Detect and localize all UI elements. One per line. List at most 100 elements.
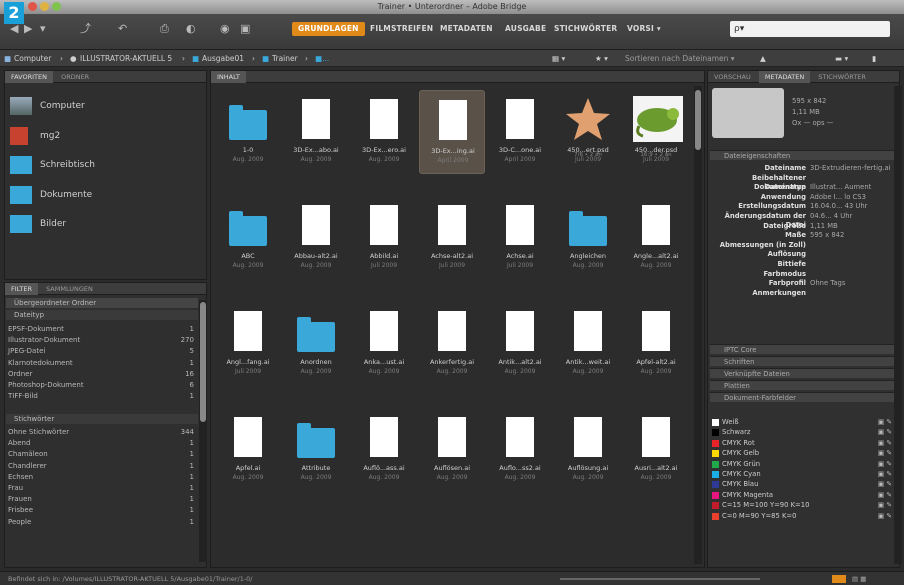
new-folder-icon[interactable]: ▬ ▾ — [835, 50, 848, 67]
crumb-ausgabe01[interactable]: Ausgabe01 — [202, 50, 244, 67]
thumbnail-item[interactable]: Apfel.ai Aug. 2009 — [215, 408, 281, 492]
filter-row[interactable]: Klarnotedokument 1 — [8, 358, 194, 368]
thumbnail-item[interactable]: Angleichen Aug. 2009 — [555, 196, 621, 280]
filter-row[interactable]: Frauen 1 — [8, 494, 194, 504]
workspace-metadaten[interactable]: METADATEN — [440, 22, 493, 36]
metadata-value[interactable]: 16.04.0... 43 Uhr — [810, 202, 867, 211]
tab-sammlungen[interactable]: SAMMLUNGEN — [40, 283, 99, 295]
metadata-section-header[interactable]: Dokument-Farbfelder — [710, 392, 894, 402]
tab-ordner[interactable]: ORDNER — [55, 71, 95, 83]
boomerang-icon[interactable]: ↶ — [118, 22, 127, 36]
filter-row[interactable]: Chandlerer 1 — [8, 461, 194, 471]
minimize-window-button[interactable] — [40, 2, 49, 11]
thumbnail-item[interactable]: Abbau-alt2.ai Aug. 2009 — [283, 196, 349, 280]
filter-row[interactable]: Abend 1 — [8, 438, 194, 448]
filter-row[interactable]: Ordner 16 — [8, 369, 194, 379]
output-icon[interactable]: ▣ — [240, 22, 250, 36]
filter-header-parent-folder[interactable]: Übergeordneter Ordner — [6, 298, 198, 308]
tab-filter[interactable]: FILTER — [5, 283, 38, 295]
metadata-section-header[interactable]: Verknüpfte Dateien — [710, 368, 894, 378]
tab-vorschau[interactable]: VORSCHAU — [708, 71, 757, 83]
thumbnail-item[interactable]: Auflo...ss2.ai Aug. 2009 — [487, 408, 553, 492]
favorite-computer[interactable]: Computer — [6, 95, 196, 121]
metadata-section-header[interactable]: Schriften — [710, 356, 894, 366]
filter-row[interactable]: JPEG-Datei 5 — [8, 346, 194, 356]
content-scrollbar[interactable] — [694, 86, 702, 564]
thumbnail-item[interactable]: Ankerfertig.ai Aug. 2009 — [419, 302, 485, 386]
filter-row[interactable]: EPSF-Dokument 1 — [8, 324, 194, 334]
filter-group-dateityp[interactable]: Dateityp — [6, 310, 198, 320]
tab-favoriten[interactable]: FAVORITEN — [5, 71, 53, 83]
filter-row[interactable]: Frisbee 1 — [8, 505, 194, 515]
favorite-bilder[interactable]: Bilder — [6, 213, 196, 239]
thumbnail-item[interactable]: 3D-Ex...abo.ai Aug. 2009 — [283, 90, 349, 174]
open-in-camera-raw-icon[interactable]: ◉ — [220, 22, 230, 36]
filter-scrollbar[interactable] — [199, 300, 207, 562]
thumbnail-item[interactable]: Auflösen.ai Aug. 2009 — [419, 408, 485, 492]
thumbnail-item[interactable]: Auflösung.ai Aug. 2009 — [555, 408, 621, 492]
thumbnail-item[interactable]: 3D-Ex...ing.ai April 2009 — [419, 90, 485, 174]
filter-row[interactable]: Echsen 1 — [8, 472, 194, 482]
thumbnail-item[interactable]: Abbild.ai Juli 2009 — [351, 196, 417, 280]
star-filter-icon[interactable]: ★ ▾ — [595, 50, 608, 67]
favorite-mg2[interactable]: mg2 — [6, 125, 196, 151]
metadata-value[interactable]: Ohne Tags — [810, 279, 845, 288]
trash-icon[interactable]: ▮ — [872, 50, 876, 67]
sort-direction-icon[interactable]: ▲ — [760, 50, 766, 67]
camera-download-icon[interactable]: ⎙ — [160, 22, 169, 36]
workspace-grundlagen[interactable]: GRUNDLAGEN — [292, 22, 365, 36]
crumb-current[interactable]: ■... — [315, 50, 329, 67]
back-arrow-icon[interactable]: ◀ — [10, 22, 18, 36]
metadata-value[interactable]: 3D-Extrudieren-fertig.ai — [810, 164, 891, 173]
dropdown-icon[interactable]: ▾ — [40, 22, 46, 36]
metadata-value[interactable]: 595 x 842 — [810, 231, 844, 240]
metadata-value[interactable]: Adobe I... lo CS3 — [810, 193, 866, 202]
filter-row[interactable]: Photoshop-Dokument 6 — [8, 380, 194, 390]
view-grid-icon[interactable] — [832, 575, 846, 583]
workspace-more[interactable]: VORSI ▾ — [627, 22, 661, 36]
workspace-stichwoerter[interactable]: STICHWÖRTER — [554, 22, 617, 36]
filter-row[interactable]: Chamäleon 1 — [8, 449, 194, 459]
thumbnail-item[interactable]: 450...der.psd Juli 2009 16:9 • 2 an — [623, 90, 689, 174]
thumbnail-item[interactable]: 3D-C...one.ai April 2009 — [487, 90, 553, 174]
content-scrollbar-thumb[interactable] — [695, 90, 701, 150]
view-list-icon[interactable]: ▤ ▦ — [852, 572, 866, 585]
thumbnail-size-slider[interactable] — [560, 578, 760, 580]
workspace-ausgabe[interactable]: AUSGABE — [505, 22, 546, 36]
thumbnail-item[interactable]: 450...ert.psd Juli 2009 7/6 • 2 an — [555, 90, 621, 174]
filter-row[interactable]: TIFF-Bild 1 — [8, 391, 194, 401]
sort-dropdown[interactable]: Sortieren nach Dateinamen ▾ — [625, 50, 735, 67]
zoom-window-button[interactable] — [52, 2, 61, 11]
section-file-properties[interactable]: Dateieigenschaften — [710, 150, 894, 160]
favorite-schreibtisch[interactable]: Schreibtisch — [6, 154, 196, 180]
tab-inhalt[interactable]: INHALT — [211, 71, 246, 83]
filter-row[interactable]: Illustrator-Dokument 270 — [8, 335, 194, 345]
metadata-scrollbar[interactable] — [894, 86, 902, 564]
metadata-value[interactable]: 1,11 MB — [810, 222, 838, 231]
crumb-volume[interactable]: ILLUSTRATOR-AKTUELL 5 — [80, 50, 172, 67]
thumbnail-item[interactable]: Angl...fang.ai Juli 2009 — [215, 302, 281, 386]
thumbnail-item[interactable]: Anordnen Aug. 2009 — [283, 302, 349, 386]
search-input[interactable]: ρ▾ — [730, 21, 890, 37]
thumbnail-item[interactable]: Apfel-alt2.ai Aug. 2009 — [623, 302, 689, 386]
filter-scrollbar-thumb[interactable] — [200, 302, 206, 422]
thumbnail-item[interactable]: Achse.ai Juli 2009 — [487, 196, 553, 280]
thumbnail-item[interactable]: Attribute Aug. 2009 — [283, 408, 349, 492]
metadata-section-header[interactable]: IPTC Core — [710, 344, 894, 354]
thumbnail-item[interactable]: ABC Aug. 2009 — [215, 196, 281, 280]
view-mode-icon[interactable]: ▦ ▾ — [552, 50, 565, 67]
thumbnail-item[interactable]: Achse-alt2.ai Juli 2009 — [419, 196, 485, 280]
refine-icon[interactable]: ◐ — [186, 22, 196, 36]
crumb-trainer[interactable]: Trainer — [272, 50, 298, 67]
crumb-computer[interactable]: Computer — [14, 50, 51, 67]
thumbnail-item[interactable]: Anka...ust.ai Aug. 2009 — [351, 302, 417, 386]
filter-row[interactable]: People 1 — [8, 517, 194, 527]
forward-arrow-icon[interactable]: ▶ — [24, 22, 32, 36]
thumbnail-item[interactable]: Antik...weit.ai Aug. 2009 — [555, 302, 621, 386]
metadata-section-header[interactable]: Plattien — [710, 380, 894, 390]
metadata-value[interactable]: Illustrat... Aument — [810, 183, 871, 192]
filter-row[interactable]: Ohne Stichwörter 344 — [8, 427, 194, 437]
workspace-filmstreifen[interactable]: FILMSTREIFEN — [370, 22, 433, 36]
tab-metadaten[interactable]: METADATEN — [758, 71, 811, 83]
thumbnail-item[interactable]: Auflö...ass.ai Aug. 2009 — [351, 408, 417, 492]
